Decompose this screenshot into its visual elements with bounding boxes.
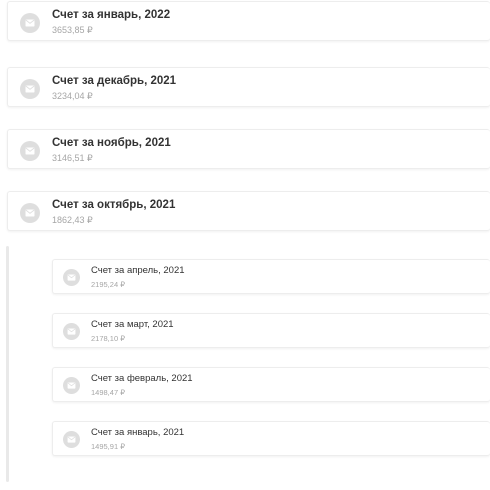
invoice-title: Счет за январь, 2021: [91, 427, 185, 438]
invoice-amount: 3653,85 ₽: [52, 25, 93, 35]
invoice-amount: 2178,10 ₽: [91, 334, 125, 343]
invoice-amount: 1862,43 ₽: [52, 215, 93, 225]
invoice-amount: 1495,91 ₽: [91, 442, 125, 451]
invoice-amount: 3234,04 ₽: [52, 91, 93, 101]
invoice-title: Счет за декабрь, 2021: [52, 75, 177, 87]
envelope-icon: [63, 323, 80, 340]
envelope-icon: [20, 79, 40, 99]
envelope-icon: [20, 203, 40, 223]
invoice-amount: 2195,24 ₽: [91, 280, 125, 289]
invoice-card[interactable]: Счет за декабрь, 2021 3234,04 ₽: [7, 67, 490, 107]
invoice-title: Счет за ноябрь, 2021: [52, 137, 171, 149]
envelope-icon: [63, 377, 80, 394]
invoice-title: Счет за март, 2021: [91, 319, 174, 330]
invoice-amount: 1498,47 ₽: [91, 388, 125, 397]
invoice-list: Счет за январь, 2022 3653,85 ₽ Счет за д…: [0, 0, 490, 490]
invoice-card[interactable]: Счет за октябрь, 2021 1862,43 ₽: [7, 191, 490, 231]
invoice-title: Счет за февраль, 2021: [91, 373, 193, 384]
nested-invoice-card[interactable]: Счет за апрель, 2021 2195,24 ₽: [52, 259, 490, 294]
envelope-icon: [20, 13, 40, 33]
invoice-title: Счет за октябрь, 2021: [52, 199, 176, 211]
envelope-icon: [63, 431, 80, 448]
nested-invoice-card[interactable]: Счет за март, 2021 2178,10 ₽: [52, 313, 490, 348]
group-indent-line: [6, 246, 9, 482]
invoice-title: Счет за апрель, 2021: [91, 265, 185, 276]
envelope-icon: [63, 269, 80, 286]
nested-invoice-card[interactable]: Счет за январь, 2021 1495,91 ₽: [52, 421, 490, 456]
invoice-amount: 3146,51 ₽: [52, 153, 93, 163]
nested-invoice-card[interactable]: Счет за февраль, 2021 1498,47 ₽: [52, 367, 490, 402]
invoice-card[interactable]: Счет за январь, 2022 3653,85 ₽: [7, 1, 490, 41]
invoice-title: Счет за январь, 2022: [52, 9, 171, 21]
invoice-card[interactable]: Счет за ноябрь, 2021 3146,51 ₽: [7, 129, 490, 169]
envelope-icon: [20, 141, 40, 161]
